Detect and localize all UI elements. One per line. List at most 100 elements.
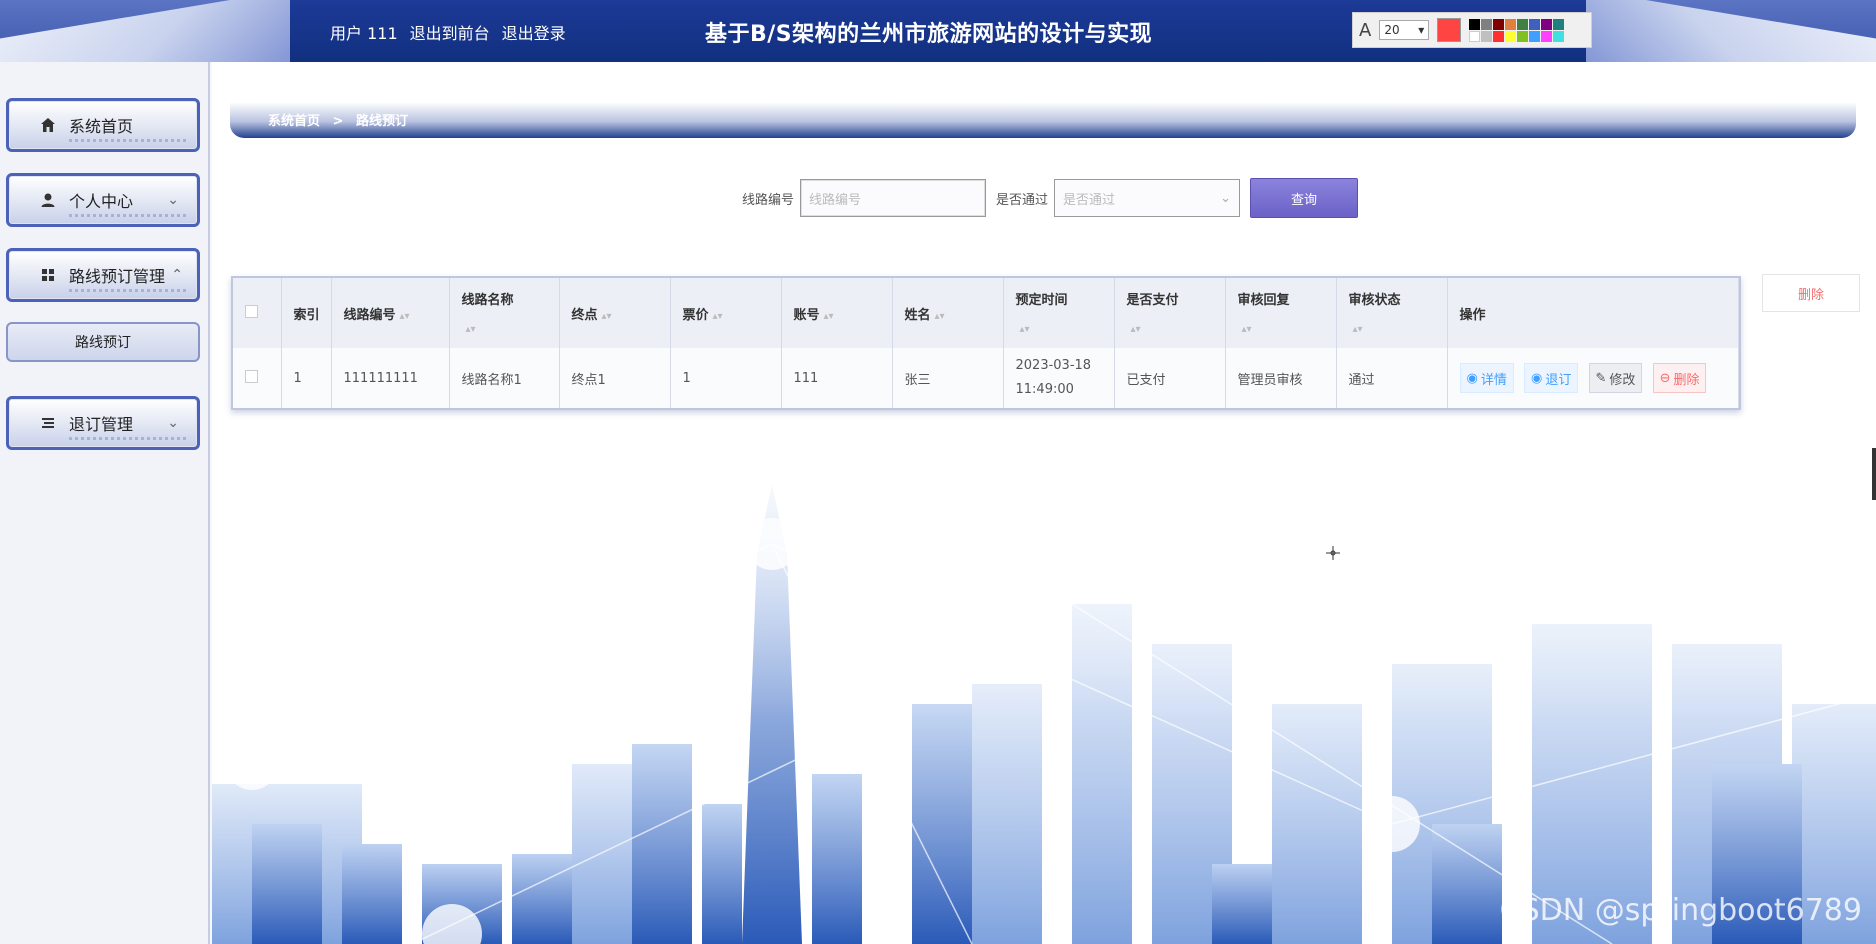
table-row: 1 111111111 线路名称1 终点1 1 111 张三 2023-03-1… [233,348,1739,408]
font-icon[interactable]: A [1359,20,1371,41]
color-swatch[interactable] [1541,30,1553,42]
sort-icon[interactable]: ▴▾ [1131,324,1141,335]
column-header[interactable]: 账号 ▴▾ [781,278,893,348]
column-header[interactable]: 姓名 ▴▾ [892,278,1004,348]
color-swatch[interactable] [1505,30,1517,42]
home-icon [39,116,57,134]
row-checkbox[interactable] [245,369,258,383]
header-left-wing [0,0,300,62]
booking-date: 2023-03-18 [1015,358,1092,373]
cell-destination: 终点1 [559,348,671,408]
font-size-value: 20 [1384,23,1400,37]
current-color-swatch[interactable] [1437,18,1462,42]
column-header[interactable]: 终点 ▴▾ [559,278,671,348]
sidebar-item-cancellation-mgmt[interactable]: 退订管理 ⌄ [6,396,200,450]
color-swatch[interactable] [1529,30,1541,42]
select-all-header [233,278,282,348]
logout-link[interactable]: 退出登录 [502,20,566,44]
grid-icon [39,266,57,284]
color-swatch[interactable] [1469,18,1481,30]
cell-name: 张三 [892,348,1004,408]
color-swatch[interactable] [1469,30,1481,42]
sidebar-item-label: 退订管理 [69,415,134,434]
breadcrumb-current: 路线预订 [355,114,408,129]
delete-label: 删除 [1673,372,1700,388]
delete-button[interactable]: ⊖ 删除 [1652,363,1707,393]
column-header-label: 预定时间 [1015,292,1068,308]
cell-index: 1 [281,348,332,408]
header-right-wing [1576,0,1876,62]
minus-circle-icon: ⊖ [1659,370,1671,386]
sort-icon[interactable]: ▴▾ [1020,324,1030,335]
color-palette[interactable] [1469,18,1565,42]
column-header-label: 审核状态 [1348,292,1401,308]
sort-icon[interactable]: ▴▾ [466,324,476,335]
menu-underline [69,214,189,217]
menu-underline [69,437,189,440]
chevron-down-icon: ⌄ [1220,190,1232,206]
color-swatch[interactable] [1529,18,1541,30]
route-no-input[interactable]: 线路编号 [800,179,987,217]
color-swatch[interactable] [1493,30,1505,42]
chevron-up-icon: ⌃ [171,267,183,283]
breadcrumb-separator: > [332,114,344,129]
color-swatch[interactable] [1505,18,1517,30]
route-no-placeholder: 线路编号 [809,192,862,208]
column-header[interactable]: 票价 ▴▾ [670,278,782,348]
sort-icon[interactable]: ▴▾ [935,311,945,322]
passed-select[interactable]: 是否通过 ⌄ [1054,179,1241,217]
cell-account: 111 [781,348,893,408]
sort-icon[interactable]: ▴▾ [713,311,723,322]
column-header[interactable]: 是否支付 ▴▾ [1114,278,1226,348]
column-header[interactable]: 审核回复 ▴▾ [1225,278,1337,348]
edit-button[interactable]: ✎ 修改 [1588,363,1643,393]
column-header[interactable]: 审核状态 ▴▾ [1336,278,1448,348]
color-swatch[interactable] [1517,18,1529,30]
column-header-label: 票价 [682,307,709,323]
breadcrumb-home[interactable]: 系统首页 [268,114,320,129]
color-swatch[interactable] [1541,18,1553,30]
route-no-label: 线路编号 [742,192,795,208]
column-header: 操作 [1447,278,1739,348]
to-front-link[interactable]: 退出到前台 [410,20,490,44]
cell-actions: ◉ 详情 ◉ 退订 ✎ 修改 ⊖ 删除 [1447,348,1739,408]
color-swatch[interactable] [1481,18,1493,30]
column-header[interactable]: 线路名称 ▴▾ [449,278,560,348]
cancel-booking-button[interactable]: ◉ 退订 [1524,363,1579,393]
column-header[interactable]: 线路编号 ▴▾ [331,278,450,348]
chevron-down-icon: ⌄ [167,415,179,431]
top-header: 用户 111 退出到前台 退出登录 基于B/S架构的兰州市旅游网站的设计与实现 … [0,0,1876,62]
sidebar-item-route-booking-mgmt[interactable]: 路线预订管理 ⌃ [6,248,200,302]
edit-label: 修改 [1609,372,1636,388]
sidebar-item-personal-center[interactable]: 个人中心 ⌄ [6,173,200,227]
sort-icon[interactable]: ▴▾ [824,311,834,322]
color-swatch[interactable] [1553,18,1565,30]
color-swatch[interactable] [1553,30,1565,42]
sort-icon[interactable]: ▴▾ [1242,324,1252,335]
sidebar-subitem-route-booking[interactable]: 路线预订 [6,322,200,362]
list-icon [39,414,57,432]
cell-status: 通过 [1336,348,1448,408]
color-swatch[interactable] [1493,18,1505,30]
scrollbar-handle[interactable] [1872,448,1876,500]
column-header-label: 姓名 [904,307,931,323]
passed-label: 是否通过 [996,192,1049,208]
batch-delete-button[interactable]: 删除 [1762,274,1860,312]
detail-button[interactable]: ◉ 详情 [1459,363,1514,393]
sidebar-item-home[interactable]: 系统首页 [6,98,200,152]
column-header[interactable]: 预定时间 ▴▾ [1003,278,1115,348]
cell-booking-time: 2023-03-18 11:49:00 [1003,348,1115,408]
select-all-checkbox[interactable] [245,304,258,318]
font-size-select[interactable]: 20 ▾ [1379,20,1430,40]
sort-icon[interactable]: ▴▾ [400,311,410,322]
booking-time: 11:49:00 [1015,382,1074,397]
user-links: 用户 111 退出到前台 退出登录 [330,20,566,44]
sort-icon[interactable]: ▴▾ [602,311,612,322]
color-swatch[interactable] [1481,30,1493,42]
annotation-toolbar: A 20 ▾ [1352,12,1592,48]
query-button[interactable]: 查询 [1250,178,1359,218]
color-swatch[interactable] [1517,30,1529,42]
sort-icon[interactable]: ▴▾ [1353,324,1363,335]
city-skyline-illustration [212,444,1876,944]
crosshair-cursor-icon [1326,546,1340,560]
